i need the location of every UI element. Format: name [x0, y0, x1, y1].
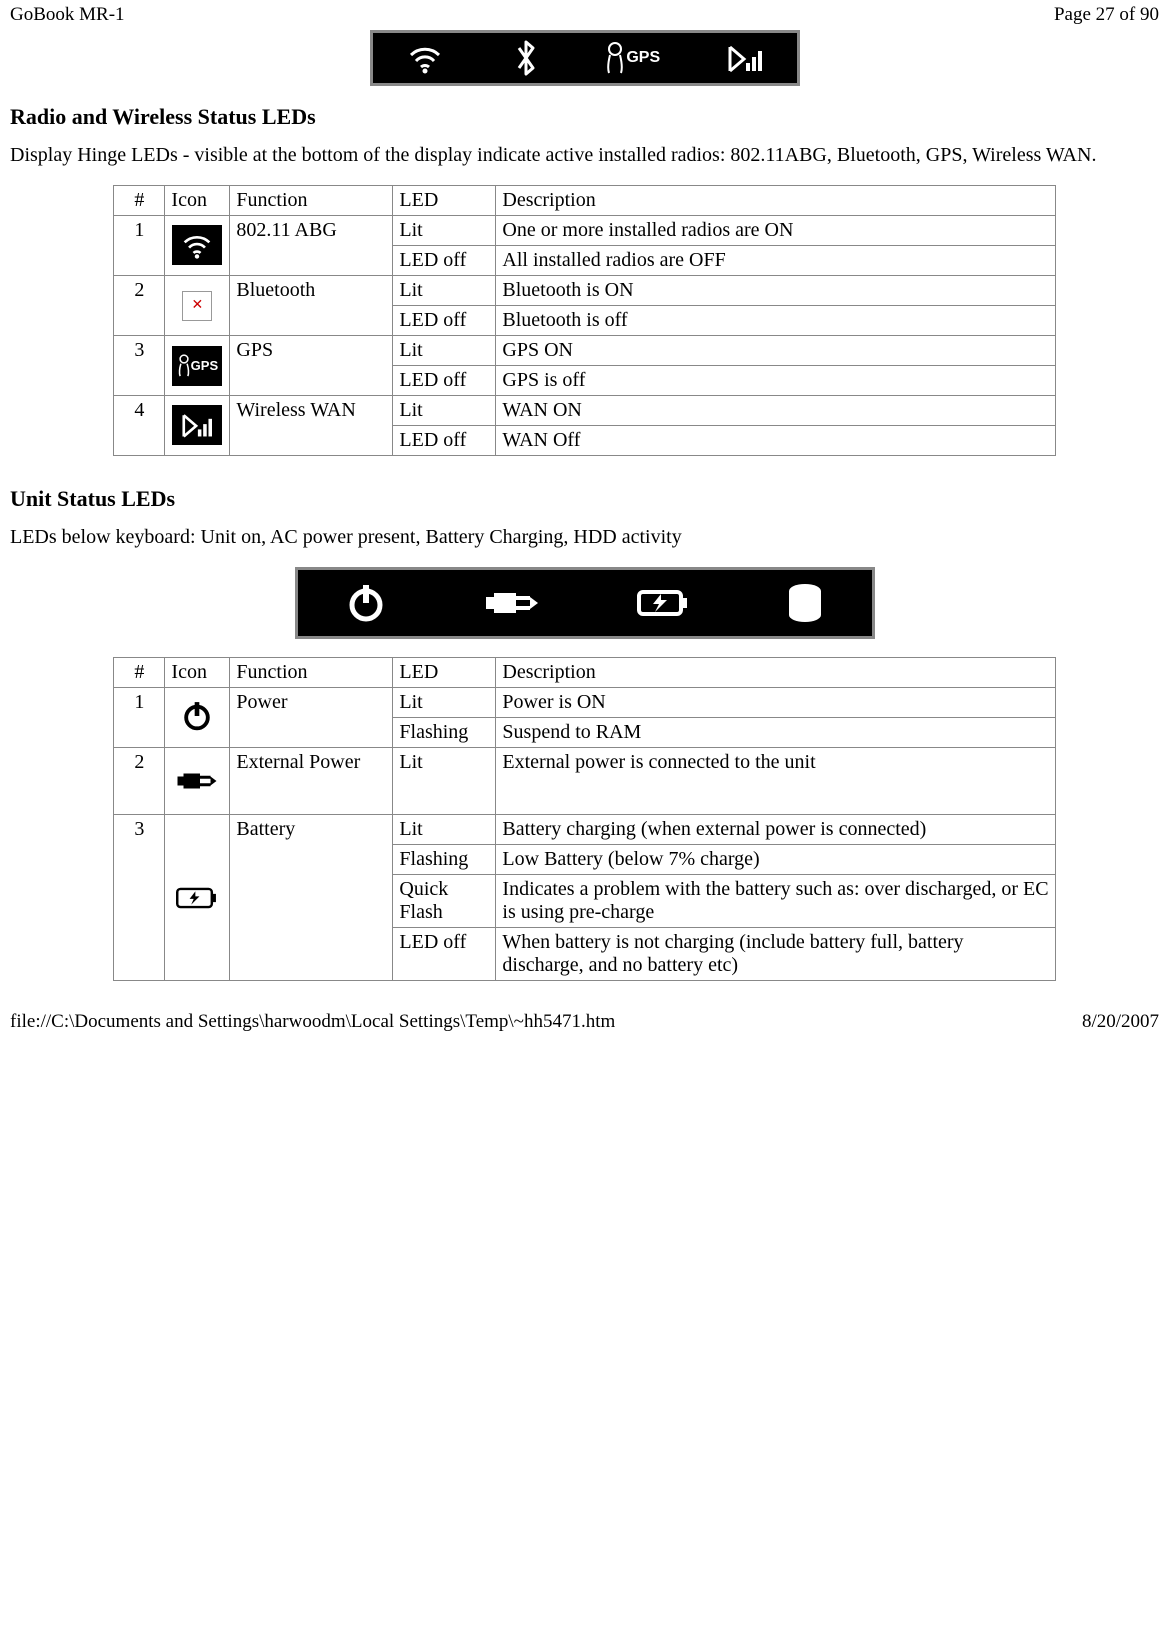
- row-desc: Suspend to RAM: [496, 718, 1055, 748]
- col-led: LED: [393, 658, 496, 688]
- col-description: Description: [496, 658, 1055, 688]
- row-desc: Bluetooth is ON: [496, 276, 1055, 306]
- section1-heading: Radio and Wireless Status LEDs: [10, 104, 1159, 130]
- row-function: 802.11 ABG: [230, 216, 393, 276]
- row-desc: All installed radios are OFF: [496, 246, 1055, 276]
- row-desc: When battery is not charging (include ba…: [496, 928, 1055, 981]
- row-num: 1: [114, 216, 165, 276]
- row-num: 3: [114, 815, 165, 981]
- footer-left: file://C:\Documents and Settings\harwood…: [10, 1011, 615, 1033]
- unit-status-icon-strip: [295, 567, 875, 639]
- power-icon: [344, 581, 388, 625]
- row-led: Lit: [393, 396, 496, 426]
- row-led: Quick Flash: [393, 875, 496, 928]
- page-header: GoBook MR-1 Page 27 of 90: [10, 4, 1159, 26]
- plug-icon: [170, 761, 224, 801]
- battery-icon: [172, 878, 222, 918]
- row-desc: Bluetooth is off: [496, 306, 1055, 336]
- row-icon-cell: [165, 815, 230, 981]
- header-right: Page 27 of 90: [1054, 4, 1159, 26]
- row-icon-cell: [165, 688, 230, 748]
- row-led: LED off: [393, 366, 496, 396]
- row-led: Flashing: [393, 718, 496, 748]
- gps-icon: GPS: [172, 346, 222, 386]
- row-led: LED off: [393, 306, 496, 336]
- row-num: 3: [114, 336, 165, 396]
- section2-text: LEDs below keyboard: Unit on, AC power p…: [10, 526, 1159, 549]
- plug-icon: [482, 583, 542, 623]
- table-header-row: # Icon Function LED Description: [114, 186, 1055, 216]
- row-led: Lit: [393, 216, 496, 246]
- row-desc: GPS is off: [496, 366, 1055, 396]
- radio-status-table: # Icon Function LED Description 1 802.11…: [113, 185, 1055, 456]
- row-desc: Indicates a problem with the battery suc…: [496, 875, 1055, 928]
- row-desc: WAN Off: [496, 426, 1055, 456]
- battery-icon: [635, 586, 691, 620]
- row-desc: Power is ON: [496, 688, 1055, 718]
- row-icon-cell: [165, 748, 230, 815]
- row-led: Lit: [393, 688, 496, 718]
- hdd-icon: [785, 581, 825, 625]
- power-icon: [177, 696, 217, 736]
- row-num: 1: [114, 688, 165, 748]
- footer-right: 8/20/2007: [1082, 1011, 1159, 1033]
- unit-status-table: # Icon Function LED Description 1 Power …: [113, 657, 1055, 981]
- col-description: Description: [496, 186, 1055, 216]
- row-icon-cell: ✕: [165, 276, 230, 336]
- section1-text: Display Hinge LEDs - visible at the bott…: [10, 144, 1159, 167]
- row-desc: One or more installed radios are ON: [496, 216, 1055, 246]
- wifi-icon: [172, 225, 222, 265]
- row-led: Lit: [393, 276, 496, 306]
- table-row: 2 External Power Lit External power is c…: [114, 748, 1055, 815]
- row-icon-cell: GPS: [165, 336, 230, 396]
- bluetooth-icon: [511, 38, 541, 78]
- row-icon-cell: [165, 216, 230, 276]
- table-row: 1 Power Lit Power is ON: [114, 688, 1055, 718]
- col-num: #: [114, 186, 165, 216]
- table-row: 2 ✕ Bluetooth Lit Bluetooth is ON: [114, 276, 1055, 306]
- row-led: Flashing: [393, 845, 496, 875]
- table-row: 1 802.11 ABG Lit One or more installed r…: [114, 216, 1055, 246]
- row-desc: External power is connected to the unit: [496, 748, 1055, 815]
- table-row: 4 Wireless WAN Lit WAN ON: [114, 396, 1055, 426]
- broken-image-icon: ✕: [182, 291, 212, 321]
- row-led: LED off: [393, 426, 496, 456]
- col-num: #: [114, 658, 165, 688]
- table-row: 3 Battery Lit Battery charging (when ext…: [114, 815, 1055, 845]
- row-function: External Power: [230, 748, 393, 815]
- row-function: Battery: [230, 815, 393, 981]
- page-footer: file://C:\Documents and Settings\harwood…: [10, 1011, 1159, 1033]
- row-led: LED off: [393, 246, 496, 276]
- table-header-row: # Icon Function LED Description: [114, 658, 1055, 688]
- signal-icon: [726, 41, 764, 75]
- row-desc: Battery charging (when external power is…: [496, 815, 1055, 845]
- row-num: 2: [114, 748, 165, 815]
- row-num: 4: [114, 396, 165, 456]
- section2-heading: Unit Status LEDs: [10, 486, 1159, 512]
- row-function: GPS: [230, 336, 393, 396]
- col-icon: Icon: [165, 186, 230, 216]
- row-led: Lit: [393, 748, 496, 815]
- row-led: Lit: [393, 815, 496, 845]
- signal-icon: [172, 405, 222, 445]
- row-num: 2: [114, 276, 165, 336]
- col-icon: Icon: [165, 658, 230, 688]
- col-function: Function: [230, 186, 393, 216]
- row-function: Bluetooth: [230, 276, 393, 336]
- row-icon-cell: [165, 396, 230, 456]
- row-desc: WAN ON: [496, 396, 1055, 426]
- row-led: LED off: [393, 928, 496, 981]
- header-left: GoBook MR-1: [10, 4, 125, 26]
- wifi-icon: [405, 41, 445, 75]
- gps-icon: GPS: [606, 41, 660, 75]
- row-function: Power: [230, 688, 393, 748]
- radio-icon-strip: GPS: [10, 30, 1159, 86]
- row-desc: Low Battery (below 7% charge): [496, 845, 1055, 875]
- row-desc: GPS ON: [496, 336, 1055, 366]
- row-led: Lit: [393, 336, 496, 366]
- row-function: Wireless WAN: [230, 396, 393, 456]
- col-led: LED: [393, 186, 496, 216]
- col-function: Function: [230, 658, 393, 688]
- table-row: 3 GPS GPS Lit GPS ON: [114, 336, 1055, 366]
